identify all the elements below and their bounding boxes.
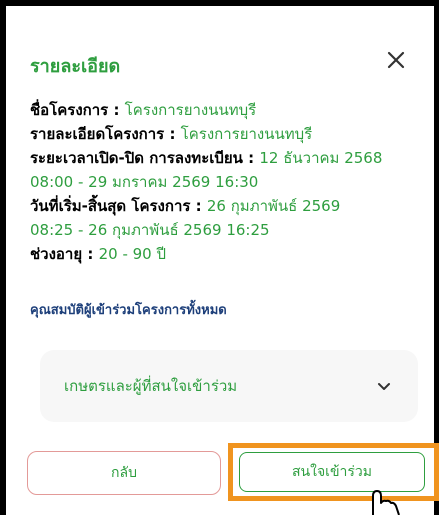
- participant-type-accordion[interactable]: เกษตรและผู้ที่สนใจเข้าร่วม: [40, 350, 418, 422]
- qualifications-link[interactable]: คุณสมบัติผู้เข้าร่วมโครงการทั้งหมด: [30, 299, 227, 320]
- dialog-title: รายละเอียด: [30, 56, 121, 77]
- detail-value: 12 ธันวาคม 2568: [259, 149, 383, 167]
- accordion-label: เกษตรและผู้ที่สนใจเข้าร่วม: [64, 377, 238, 395]
- detail-label: ระยะเวลาเปิด-ปิด การลงทะเบียน :: [30, 149, 260, 167]
- back-button[interactable]: กลับ: [27, 451, 221, 495]
- detail-label: วันที่เริ่ม-สิ้นสุด โครงการ :: [30, 197, 207, 215]
- interest-button[interactable]: สนใจเข้าร่วม: [239, 452, 425, 492]
- hand-cursor-icon: [372, 490, 400, 515]
- detail-value: โครงการยางนนทบุรี: [180, 125, 313, 143]
- detail-registration-period: ระยะเวลาเปิด-ปิด การลงทะเบียน : 12 ธันวา…: [30, 146, 425, 170]
- detail-value: 08:00 - 29 มกราคม 2569 16:30: [30, 173, 259, 191]
- detail-project-period-line2: 08:25 - 26 กุมภาพันธ์ 2569 16:25: [30, 218, 425, 242]
- detail-value: 26 กุมภาพันธ์ 2569: [206, 197, 341, 215]
- detail-project-period: วันที่เริ่ม-สิ้นสุด โครงการ : 26 กุมภาพั…: [30, 194, 425, 218]
- detail-label: ช่วงอายุ :: [30, 245, 99, 263]
- detail-registration-period-line2: 08:00 - 29 มกราคม 2569 16:30: [30, 170, 425, 194]
- detail-label: รายละเอียดโครงการ :: [30, 125, 181, 143]
- detail-value: โครงการยางนนทบุรี: [124, 101, 257, 119]
- close-icon[interactable]: [383, 47, 409, 73]
- detail-age-range: ช่วงอายุ : 20 - 90 ปี: [30, 242, 425, 266]
- detail-value: 08:25 - 26 กุมภาพันธ์ 2569 16:25: [30, 221, 270, 239]
- detail-project-name: ชื่อโครงการ : โครงการยางนนทบุรี: [30, 98, 425, 122]
- project-details: ชื่อโครงการ : โครงการยางนนทบุรี รายละเอี…: [30, 98, 425, 266]
- detail-value: 20 - 90 ปี: [98, 245, 167, 263]
- detail-project-description: รายละเอียดโครงการ : โครงการยางนนทบุรี: [30, 122, 425, 146]
- chevron-down-icon: [378, 383, 390, 390]
- detail-label: ชื่อโครงการ :: [30, 101, 125, 119]
